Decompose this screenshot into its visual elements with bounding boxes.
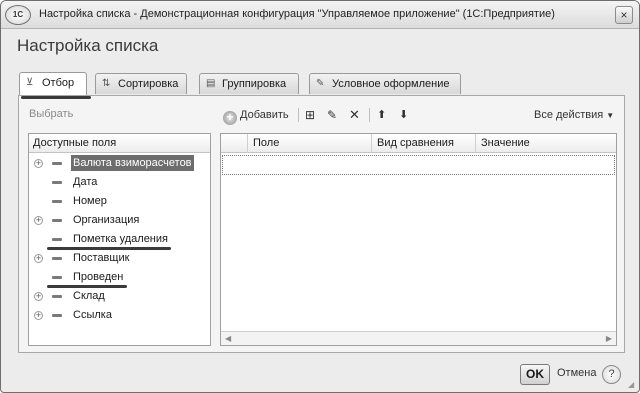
toolbar-separator	[298, 108, 299, 122]
tree-item-label: Ссылка	[73, 309, 112, 321]
field-icon	[52, 162, 62, 165]
filter-toolbar: + Добавить ⊞ ✎ ✕ ⬆ ⬇ Все действия ▼	[221, 105, 621, 125]
field-icon	[52, 219, 62, 222]
tab-conditional-format[interactable]: ✎ Условное оформление	[309, 73, 461, 94]
ok-button[interactable]: OK	[520, 364, 550, 385]
all-actions-menu[interactable]: Все действия ▼	[534, 106, 614, 124]
move-up-icon[interactable]: ⬆	[377, 106, 386, 124]
toolbar-separator	[369, 108, 370, 122]
column-header-value[interactable]: Значение	[475, 134, 616, 153]
tree-item-label: Проведен	[73, 271, 124, 283]
tree-item[interactable]: + Организация	[29, 211, 210, 229]
settings-window: 1С Настройка списка - Демонстрационная к…	[0, 0, 640, 393]
tree-item[interactable]: + Валюта взиморасчетов	[29, 154, 210, 172]
select-label[interactable]: Выбрать	[29, 108, 73, 120]
expand-icon[interactable]: +	[34, 159, 43, 168]
sort-icon: ⇅	[102, 78, 111, 89]
available-fields-header: Доступные поля	[29, 134, 210, 153]
field-icon	[52, 314, 62, 317]
add-icon: +	[223, 111, 237, 125]
add-group-icon[interactable]: ⊞	[305, 106, 315, 124]
tree-item-label: Склад	[73, 290, 105, 302]
expand-icon[interactable]: +	[34, 292, 43, 301]
tree-item[interactable]: + Поставщик	[29, 249, 210, 267]
chevron-down-icon: ▼	[606, 111, 615, 120]
form-title: Настройка списка	[17, 36, 159, 55]
add-button-label: Добавить	[240, 109, 289, 121]
highlight-mark	[47, 285, 127, 288]
window-title: Настройка списка - Демонстрационная конф…	[39, 8, 555, 20]
tree-item[interactable]: Пометка удаления	[29, 230, 210, 248]
scroll-left-icon[interactable]: ◀	[225, 334, 231, 343]
tab-highlight-mark	[21, 96, 91, 99]
tab-filter-label: Отбор	[42, 77, 75, 89]
conditional-format-icon: ✎	[316, 78, 325, 89]
field-icon	[52, 181, 62, 184]
expand-icon[interactable]: +	[34, 254, 43, 263]
column-header-field[interactable]: Поле	[247, 134, 371, 153]
scroll-right-icon[interactable]: ▶	[606, 334, 612, 343]
tab-sort[interactable]: ⇅ Сортировка	[95, 73, 187, 94]
expand-icon[interactable]: +	[34, 311, 43, 320]
move-down-icon[interactable]: ⬇	[399, 106, 408, 124]
expand-icon[interactable]: +	[34, 216, 43, 225]
horizontal-scrollbar[interactable]: ◀ ▶	[221, 331, 616, 345]
tree-item-label: Пометка удаления	[73, 233, 168, 245]
help-button[interactable]: ?	[602, 365, 621, 384]
edit-icon[interactable]: ✎	[327, 106, 337, 124]
add-button[interactable]: + Добавить	[223, 106, 289, 125]
highlight-mark	[47, 247, 171, 250]
empty-grid-row[interactable]	[222, 155, 615, 175]
filter-icon: ⊻	[26, 77, 34, 88]
app-logo-icon[interactable]: 1С	[5, 5, 31, 25]
column-header-comparison[interactable]: Вид сравнения	[371, 134, 475, 153]
tree-item[interactable]: Проведен	[29, 268, 210, 286]
close-button[interactable]: ×	[615, 6, 633, 24]
resize-grip-icon[interactable]: ◢	[628, 381, 636, 389]
tab-conditional-format-label: Условное оформление	[332, 78, 450, 90]
field-icon	[52, 238, 62, 241]
tab-grouping[interactable]: ▤ Группировка	[199, 73, 299, 94]
field-icon	[52, 257, 62, 260]
tab-filter[interactable]: ⊻ Отбор	[19, 72, 87, 95]
tree-item[interactable]: Дата	[29, 173, 210, 191]
tree-item[interactable]: Номер	[29, 192, 210, 210]
title-bar[interactable]: 1С Настройка списка - Демонстрационная к…	[1, 1, 639, 29]
group-icon: ▤	[206, 78, 216, 89]
field-icon	[52, 200, 62, 203]
tree-item-label: Дата	[73, 176, 98, 188]
available-fields-tree[interactable]: Доступные поля + Валюта взиморасчетов Да…	[28, 133, 211, 346]
field-icon	[52, 276, 62, 279]
grid-header: Поле Вид сравнения Значение	[221, 134, 616, 153]
tree-item-label: Номер	[73, 195, 107, 207]
tree-item[interactable]: + Ссылка	[29, 306, 210, 324]
all-actions-label: Все действия	[534, 109, 604, 121]
tab-sort-label: Сортировка	[118, 78, 179, 90]
cancel-button[interactable]: Отмена	[557, 367, 596, 379]
tree-item[interactable]: + Склад	[29, 287, 210, 305]
field-icon	[52, 295, 62, 298]
tree-item-label: Организация	[73, 214, 140, 226]
tree-item-label: Поставщик	[73, 252, 130, 264]
tree-item-label: Валюта взиморасчетов	[71, 155, 194, 171]
filter-grid[interactable]: Поле Вид сравнения Значение ◀ ▶	[220, 133, 617, 346]
delete-icon[interactable]: ✕	[349, 106, 360, 124]
tab-grouping-label: Группировка	[222, 78, 287, 90]
